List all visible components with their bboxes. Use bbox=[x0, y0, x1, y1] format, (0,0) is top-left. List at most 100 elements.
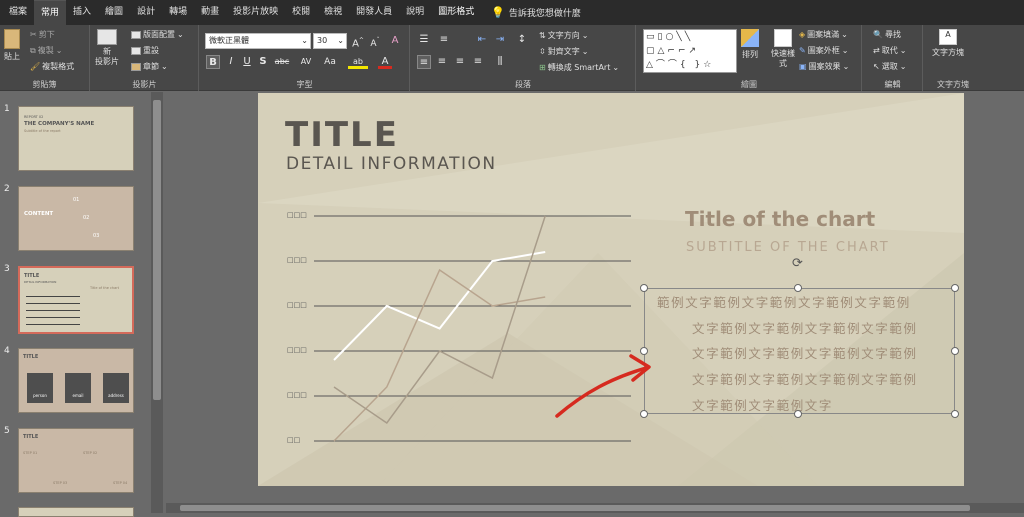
font-name-dropdown[interactable]: 微軟正黑體 ⌄ bbox=[205, 33, 311, 49]
y-tick-label: □□□ bbox=[287, 301, 307, 309]
thumb-step: STEP 03 bbox=[53, 481, 68, 485]
resize-handle[interactable] bbox=[640, 347, 648, 355]
tab-list: 檔案 常用 插入 繪圖 設計 轉場 動畫 投影片放映 校閱 檢視 開發人員 說明 圖形格式 bbox=[2, 0, 481, 25]
group-editing: 🔍 尋找 ⇄ 取代 ⌄ ↖ 選取 ⌄ 編輯 bbox=[863, 25, 923, 91]
quick-styles-button[interactable]: 快速樣 式 bbox=[771, 29, 795, 69]
shapes-gallery[interactable]: ▭▯○╲╲ ▢△⌐⌐↗ △⌒⌒{ }☆ bbox=[643, 29, 737, 73]
clear-format-icon[interactable]: A bbox=[388, 34, 402, 48]
align-left-icon[interactable]: ≡ bbox=[417, 55, 431, 69]
align-center-icon[interactable]: ≡ bbox=[435, 55, 449, 69]
tab-4[interactable]: 設計 bbox=[130, 0, 162, 25]
replace-button[interactable]: ⇄ 取代 ⌄ bbox=[873, 45, 906, 56]
columns-icon[interactable]: ⫼ bbox=[493, 55, 507, 69]
italic-button[interactable]: I bbox=[224, 55, 238, 69]
strikethrough-button[interactable]: abc bbox=[272, 55, 292, 69]
new-slide-button[interactable]: 新 投影片 bbox=[95, 29, 119, 67]
tab-2[interactable]: 插入 bbox=[66, 0, 98, 25]
shrink-font-icon[interactable]: Aˇ bbox=[368, 34, 382, 49]
copy-button[interactable]: ⧉ 複製 ⌄ bbox=[30, 45, 62, 56]
resize-handle[interactable] bbox=[951, 347, 959, 355]
shadow-s-button[interactable]: S bbox=[256, 55, 270, 69]
increase-indent-icon[interactable]: ⇥ bbox=[493, 33, 507, 47]
thumbnail-slide-6[interactable] bbox=[18, 507, 134, 517]
rotate-handle-icon[interactable]: ⟳ bbox=[790, 256, 805, 271]
series-line-2 bbox=[333, 215, 546, 425]
thumbnail-slide-3[interactable]: TITLE DETAIL INFORMATION Title of the ch… bbox=[18, 266, 134, 334]
thumbnail-slide-4[interactable]: TITLE person email address bbox=[18, 348, 134, 413]
thumbnail-slide-5[interactable]: TITLE STEP 01 STEP 02 STEP 03 STEP 04 bbox=[18, 428, 134, 493]
section-icon bbox=[131, 62, 141, 71]
thumb-title: THE COMPANY'S NAME bbox=[24, 121, 95, 127]
resize-handle[interactable] bbox=[794, 410, 802, 418]
thumbnail-scrollbar[interactable] bbox=[151, 92, 163, 513]
thumb-item: 02 bbox=[83, 215, 90, 221]
tab-3[interactable]: 繪圖 bbox=[98, 0, 130, 25]
find-button[interactable]: 🔍 尋找 bbox=[873, 29, 901, 40]
change-case-button[interactable]: Aa bbox=[320, 55, 340, 69]
resize-handle[interactable] bbox=[640, 284, 648, 292]
scroll-thumb[interactable] bbox=[153, 100, 161, 400]
clipboard-icon bbox=[4, 29, 20, 49]
char-spacing-button[interactable]: AV bbox=[296, 55, 316, 69]
shape-outline-button[interactable]: ✎ 圖案外框 ⌄ bbox=[799, 45, 848, 56]
text-direction-button[interactable]: ⇅ 文字方向 ⌄ bbox=[539, 30, 588, 41]
layout-button[interactable]: 版面配置 ⌄ bbox=[131, 29, 184, 40]
highlight-button[interactable]: ab bbox=[348, 55, 368, 69]
align-right-icon[interactable]: ≡ bbox=[453, 55, 467, 69]
tell-me-box[interactable]: 💡 告訴我您想做什麼 bbox=[491, 6, 581, 19]
tab-7[interactable]: 投影片放映 bbox=[226, 0, 285, 25]
bold-button[interactable]: B bbox=[206, 55, 220, 69]
grow-font-icon[interactable]: A^ bbox=[351, 34, 365, 49]
select-button[interactable]: ↖ 選取 ⌄ bbox=[873, 61, 906, 72]
group-label: 繪圖 bbox=[741, 80, 757, 89]
tab-8[interactable]: 校閱 bbox=[285, 0, 317, 25]
thumb-step: STEP 01 bbox=[23, 451, 38, 455]
paste-button[interactable]: 貼上 bbox=[4, 29, 20, 62]
group-clipboard: 貼上 ✂ 剪下 ⧉ 複製 ⌄ 🖌 複製格式 剪貼簿 bbox=[0, 25, 90, 91]
section-button[interactable]: 章節 ⌄ bbox=[131, 61, 168, 72]
y-tick-label: □□□ bbox=[287, 391, 307, 399]
horizontal-scrollbar[interactable] bbox=[166, 503, 1024, 513]
align-text-button[interactable]: ⇳ 對齊文字 ⌄ bbox=[539, 46, 588, 57]
thumb-title: TITLE bbox=[23, 354, 39, 360]
arrange-icon bbox=[741, 29, 759, 47]
tab-0[interactable]: 檔案 bbox=[2, 0, 34, 25]
reset-button[interactable]: 重設 bbox=[131, 45, 159, 56]
shape-effects-button[interactable]: ▣ 圖案效果 ⌄ bbox=[799, 61, 849, 72]
smartart-button[interactable]: ⊞ 轉換成 SmartArt ⌄ bbox=[539, 62, 619, 73]
tab-1[interactable]: 常用 bbox=[34, 0, 67, 25]
tab-5[interactable]: 轉場 bbox=[162, 0, 194, 25]
group-paragraph: ☰ ≡ ⇤ ⇥ ↕ ⇅ 文字方向 ⌄ ⇳ 對齊文字 ⌄ ⊞ 轉換成 SmartArt ⌄ ≡… bbox=[411, 25, 636, 91]
line-spacing-icon[interactable]: ↕ bbox=[515, 33, 529, 47]
text-line: 文字範例文字範例文字範例文字範例 bbox=[692, 321, 918, 336]
arrange-button[interactable]: 排列 bbox=[741, 29, 759, 60]
cut-button[interactable]: ✂ 剪下 bbox=[30, 29, 55, 40]
numbering-icon[interactable]: ≡ bbox=[437, 33, 451, 47]
tab-12[interactable]: 圖形格式 bbox=[431, 0, 481, 25]
new-slide-icon bbox=[97, 29, 117, 45]
resize-handle[interactable] bbox=[640, 410, 648, 418]
justify-icon[interactable]: ≡ bbox=[471, 55, 485, 69]
font-color-button[interactable]: A bbox=[378, 55, 392, 69]
group-textbox: A 文字方塊 文字方塊 bbox=[924, 25, 982, 91]
underline-button[interactable]: U bbox=[240, 55, 254, 69]
scroll-thumb[interactable] bbox=[180, 505, 970, 511]
tab-9[interactable]: 檢視 bbox=[317, 0, 349, 25]
font-size-dropdown[interactable]: 30 ⌄ bbox=[313, 33, 347, 49]
text-direction-icon: ⇅ bbox=[539, 31, 546, 40]
shape-fill-button[interactable]: ◈ 圖案填滿 ⌄ bbox=[799, 29, 848, 40]
thumbnail-slide-1[interactable]: REPORT 02 THE COMPANY'S NAME Subtitle of… bbox=[18, 106, 134, 171]
selected-text-box[interactable]: 範例文字範例文字範例文字範例文字範例 文字範例文字範例文字範例文字範例 文字範例文字… bbox=[644, 288, 955, 414]
format-painter-button[interactable]: 🖌 複製格式 bbox=[30, 61, 74, 72]
resize-handle[interactable] bbox=[794, 284, 802, 292]
tab-11[interactable]: 說明 bbox=[399, 0, 431, 25]
thumb-chart bbox=[26, 290, 80, 328]
tab-10[interactable]: 開發人員 bbox=[349, 0, 399, 25]
bullets-icon[interactable]: ☰ bbox=[417, 33, 431, 47]
resize-handle[interactable] bbox=[951, 410, 959, 418]
resize-handle[interactable] bbox=[951, 284, 959, 292]
thumbnail-slide-2[interactable]: CONTENT 01 02 03 bbox=[18, 186, 134, 251]
textbox-button[interactable]: A 文字方塊 bbox=[932, 29, 964, 58]
decrease-indent-icon[interactable]: ⇤ bbox=[475, 33, 489, 47]
tab-6[interactable]: 動畫 bbox=[194, 0, 226, 25]
